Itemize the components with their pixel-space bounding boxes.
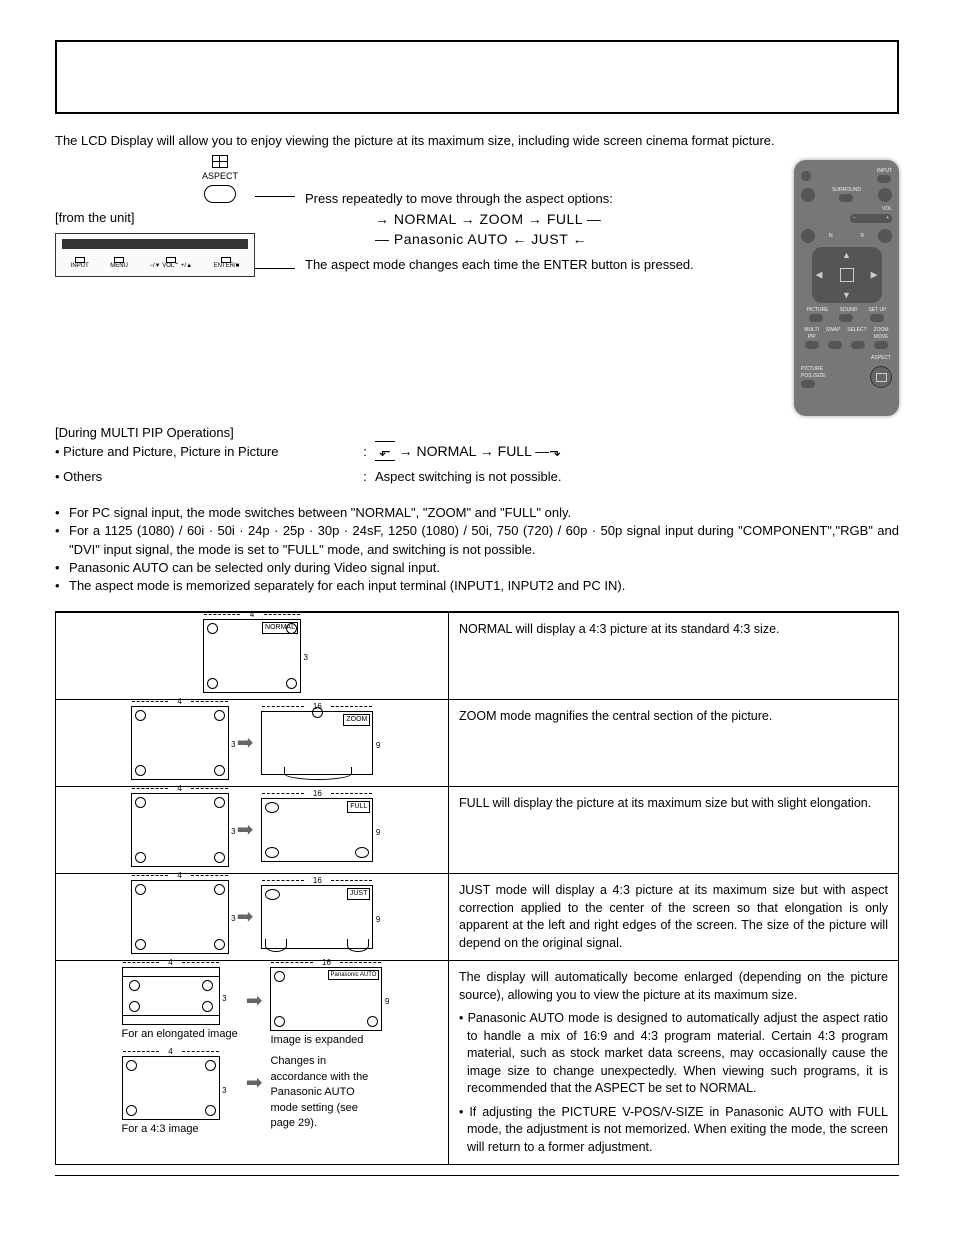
unit-vol: −/▼ VOL⌃ +/▲: [149, 257, 192, 270]
aspect-circle-icon: [870, 366, 892, 388]
tag-zoom: ZOOM: [343, 714, 370, 726]
remote-input: INPUT: [877, 168, 892, 175]
pip-row2-text: Aspect switching is not possible.: [375, 468, 561, 486]
from-unit-label: [from the unit]: [55, 209, 295, 227]
notes-block: •For PC signal input, the mode switches …: [55, 504, 899, 595]
picture-button: [809, 314, 823, 322]
input-button: [877, 175, 891, 183]
pauto-169: 16 Panasonic AUTO 9: [270, 967, 382, 1031]
normal-43: 4 NORMAL 3: [203, 619, 301, 693]
sound-button: [839, 314, 853, 322]
pip-title: [During MULTI PIP Operations]: [55, 424, 899, 442]
pip-button: [805, 341, 819, 349]
select-button: [851, 341, 865, 349]
note-4: The aspect mode is memorized separately …: [69, 577, 899, 595]
desc-just: JUST mode will display a 4:3 picture at …: [449, 874, 899, 961]
tag-pauto: Panasonic AUTO: [328, 970, 380, 980]
cap-43img: For a 4:3 image: [122, 1122, 238, 1137]
unit-panel: INPUT MENU −/▼ VOL⌃ +/▲ ENTER/■: [55, 233, 255, 277]
enter-text: The aspect mode changes each time the EN…: [305, 256, 769, 274]
swap-button: [828, 341, 842, 349]
aspect-label: ASPECT: [145, 170, 295, 183]
header-box: [55, 40, 899, 114]
zoom-169: 16 ZOOM 9: [261, 711, 373, 775]
desc-zoom: ZOOM mode magnifies the central section …: [449, 700, 899, 787]
full-169: 16 FULL 9: [261, 798, 373, 862]
just-169: 16 JUST 9: [261, 885, 373, 949]
remote-control: INPUT SURROUND VOL −+ N R ▲▼ ◀▶: [794, 160, 899, 416]
arrow-icon: ➡: [237, 903, 254, 931]
pip-row1-cycle: ⬐ → NORMAL → FULL —⬎: [375, 442, 561, 462]
mute-icon: [878, 188, 892, 202]
zoom-button: [874, 341, 888, 349]
cap-expand: Image is expanded: [270, 1033, 382, 1048]
full-43: 4 3: [131, 793, 229, 867]
cap-elong: For an elongated image: [122, 1027, 238, 1042]
aspect-small-icon: [801, 188, 815, 202]
tag-just: JUST: [347, 888, 371, 900]
dpad: ▲▼ ◀▶: [812, 247, 882, 303]
cycle-main: → NORMAL → ZOOM → FULL —: [375, 210, 769, 230]
remote-vol: VOL: [801, 206, 892, 213]
remote-button-shape: [204, 185, 236, 203]
pauto-b1: • Panasonic AUTO mode is designed to aut…: [459, 1010, 888, 1098]
remote-surround: SURROUND: [832, 187, 861, 194]
main-row: ASPECT [from the unit] INPUT MENU −/▼ VO…: [55, 160, 899, 416]
pip-row1-label: • Picture and Picture, Picture in Pictur…: [55, 443, 355, 461]
zoom-43: 4 3: [131, 706, 229, 780]
cycle-sub: — Panasonic AUTO ← JUST ←: [375, 230, 769, 250]
desc-full: FULL will display the picture at its max…: [449, 787, 899, 874]
cap-changes: Changes in accordance with the Panasonic…: [270, 1054, 380, 1131]
desc-normal: NORMAL will display a 4:3 picture at its…: [449, 613, 899, 700]
unit-menu: MENU: [110, 257, 128, 270]
arrow-icon: ➡: [237, 729, 254, 757]
tag-full: FULL: [347, 801, 370, 813]
modes-table: 4 NORMAL 3 NORMAL will display a 4:3 pic…: [55, 612, 899, 1165]
unit-input: INPUT: [71, 257, 89, 270]
note-2: For a 1125 (1080) / 60i · 50i · 24p · 25…: [69, 522, 899, 558]
arrow-icon: ➡: [237, 816, 254, 844]
power-icon: [801, 171, 811, 181]
arrow-icon: ➡: [246, 987, 263, 1015]
pauto-b2: • If adjusting the PICTURE V-POS/V-SIZE …: [459, 1104, 888, 1157]
note-3: Panasonic AUTO can be selected only duri…: [69, 559, 899, 577]
surround-button: [839, 194, 853, 202]
unit-enter: ENTER/■: [214, 257, 240, 270]
just-43: 4 3: [131, 880, 229, 954]
pauto-43b: 4 3: [122, 1056, 220, 1120]
r-button: [878, 229, 892, 243]
arrow-icon: ➡: [246, 1069, 263, 1097]
press-text: Press repeatedly to move through the asp…: [305, 190, 769, 208]
pauto-elong-43: 4 3: [122, 967, 220, 1025]
desc-pauto: The display will automatically become en…: [459, 969, 888, 1004]
intro-text: The LCD Display will allow you to enjoy …: [55, 132, 899, 150]
n-button: [801, 229, 815, 243]
setup-button: [870, 314, 884, 322]
possize-button: [801, 380, 815, 388]
pip-row2-label: • Others: [55, 468, 355, 486]
vol-pill: −+: [850, 214, 892, 223]
note-1: For PC signal input, the mode switches b…: [69, 504, 899, 522]
